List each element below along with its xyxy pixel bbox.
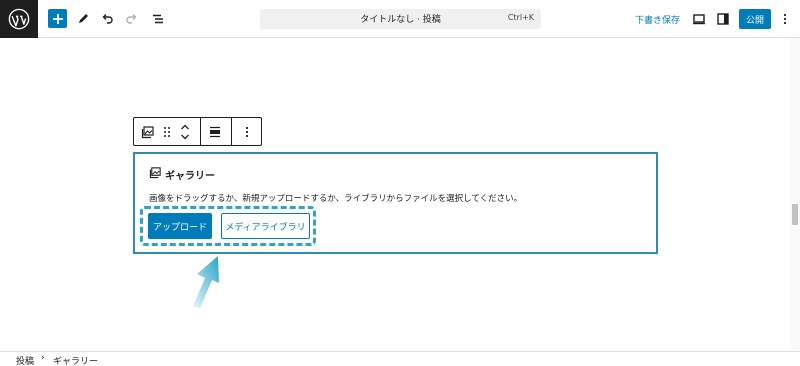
preview-button[interactable] — [689, 9, 709, 29]
breadcrumb-separator: › — [41, 353, 45, 363]
undo-button[interactable] — [97, 9, 117, 29]
document-overview-button[interactable] — [148, 9, 168, 29]
gallery-title: ギャラリー — [165, 171, 215, 182]
more-vertical-icon — [245, 126, 249, 137]
list-view-icon — [153, 14, 163, 24]
gallery-instructions: 画像をドラッグするか、新規アップロードするか、ライブラリからファイルを選択してく… — [149, 194, 523, 204]
save-draft-button[interactable]: 下書き保存 — [635, 13, 680, 26]
breadcrumb: 投稿 › ギャラリー — [0, 351, 800, 366]
block-toolbar — [133, 117, 262, 146]
scrollbar[interactable] — [790, 38, 800, 351]
drag-handle-icon — [164, 126, 170, 137]
more-vertical-icon — [783, 13, 787, 25]
drag-handle[interactable] — [160, 118, 174, 145]
redo-button[interactable] — [122, 9, 142, 29]
keyboard-shortcut: Ctrl+K — [507, 13, 534, 22]
settings-button[interactable] — [713, 9, 733, 29]
redo-icon — [126, 14, 137, 24]
sidebar-icon — [717, 13, 729, 25]
gallery-icon — [149, 167, 161, 179]
tools-button[interactable] — [73, 9, 93, 29]
publish-button[interactable]: 公開 — [739, 9, 771, 29]
toolbar-divider — [200, 118, 201, 145]
command-palette-title[interactable]: タイトルなし · 投稿 Ctrl+K — [260, 9, 541, 29]
pencil-icon — [79, 14, 88, 23]
chevron-up-down-icon — [181, 124, 189, 139]
breadcrumb-item-post[interactable]: 投稿 — [16, 354, 34, 366]
align-wide-icon — [210, 126, 220, 137]
upload-button[interactable]: アップロード — [148, 213, 212, 239]
block-options-button[interactable] — [237, 118, 257, 145]
wordpress-icon — [8, 8, 30, 30]
breadcrumb-item-gallery[interactable]: ギャラリー — [53, 354, 98, 366]
desktop-icon — [693, 14, 705, 25]
toolbar-divider — [231, 118, 232, 145]
scroll-thumb[interactable] — [792, 204, 798, 225]
gallery-icon — [141, 125, 154, 138]
move-buttons[interactable] — [176, 118, 194, 145]
align-button[interactable] — [205, 118, 225, 145]
block-type-button[interactable] — [138, 118, 158, 145]
undo-icon — [102, 14, 113, 24]
wordpress-logo[interactable] — [0, 0, 38, 38]
options-button[interactable] — [775, 9, 795, 29]
add-block-button[interactable] — [48, 9, 67, 28]
plus-icon — [52, 13, 63, 24]
editor-page: タイトルなし · 投稿 Ctrl+K 下書き保存 公開 ギャラリー 画像をドラッ… — [0, 0, 800, 366]
document-title: タイトルなし · 投稿 — [360, 15, 441, 25]
media-library-button[interactable]: メディアライブラリ — [221, 213, 310, 239]
annotation-arrow-icon — [193, 256, 219, 308]
editor-header: タイトルなし · 投稿 Ctrl+K 下書き保存 公開 — [0, 0, 800, 38]
